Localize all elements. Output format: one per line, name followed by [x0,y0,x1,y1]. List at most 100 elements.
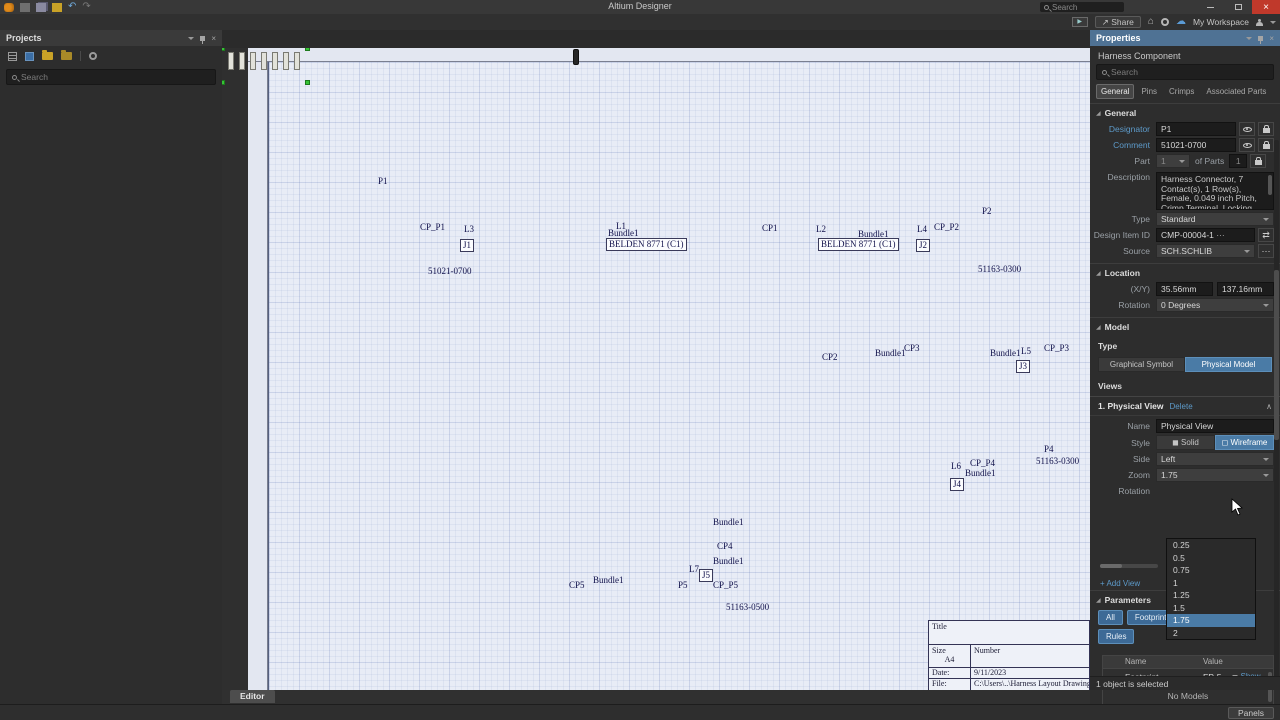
canvas-text-label: Bundle1 [875,348,906,358]
description-field[interactable]: Harness Connector, 7 Contact(s), 1 Row(s… [1156,172,1274,210]
graphical-symbol-button[interactable]: Graphical Symbol [1098,357,1185,372]
model-type-label: Type [1098,341,1117,351]
zoom-option-2[interactable]: 2 [1167,627,1255,640]
side-select[interactable]: Left [1156,452,1274,466]
contact-slot [228,52,234,70]
maximize-button[interactable] [1224,0,1252,14]
comment-label[interactable]: Comment [1090,140,1156,150]
global-search-input[interactable]: Search [1040,2,1124,12]
lock-button[interactable] [1258,138,1274,152]
swap-button[interactable]: ⇄ [1258,228,1274,242]
comment-field[interactable]: 51021-0700 [1156,138,1236,152]
panels-button[interactable]: Panels [1228,707,1274,719]
properties-search-input[interactable]: Search [1096,64,1274,80]
tab-associated-parts[interactable]: Associated Parts [1201,84,1271,99]
type-select[interactable]: Standard [1156,212,1274,226]
source-select[interactable]: SCH.SCHLIB [1156,244,1255,258]
properties-tabs: GeneralPinsCrimpsAssociated Parts [1090,82,1280,103]
panel-menu-icon[interactable] [1246,37,1252,40]
view-header[interactable]: 1. Physical View Delete ∧ [1090,396,1280,416]
zoom-option-1.25[interactable]: 1.25 [1167,589,1255,602]
user-icon[interactable] [1256,19,1263,26]
visibility-button[interactable] [1239,122,1255,136]
lock-icon [1263,144,1270,149]
selection-handle[interactable] [222,48,225,51]
views-scrollbar[interactable] [1100,564,1158,568]
selection-handle[interactable] [222,80,225,85]
collapse-icon[interactable]: ∧ [1266,402,1272,411]
y-field[interactable]: 137.16mm [1217,282,1274,296]
canvas-text-label: CP2 [822,352,838,362]
x-field[interactable]: 35.56mm [1156,282,1213,296]
part-select[interactable]: 1 [1156,154,1190,168]
designator-field[interactable]: P1 [1156,122,1236,136]
zoom-dropdown: 0.250.50.7511.251.51.752 [1166,538,1256,640]
scrollbar-thumb[interactable] [1268,175,1272,195]
viewer-icon[interactable]: ▶ [1072,17,1088,27]
canvas-text-label: Bundle1 [713,517,744,527]
gear-icon[interactable] [1161,18,1169,26]
parts-total-field[interactable]: 1 [1229,154,1247,168]
section-general[interactable]: ◢General [1090,103,1280,121]
zoom-option-0.5[interactable]: 0.5 [1167,552,1255,565]
designator-box-label: J2 [916,239,930,252]
save-project-icon[interactable] [25,52,34,61]
browse-button[interactable]: ⋯ [1258,244,1274,258]
filter-all-button[interactable]: All [1098,610,1123,625]
projects-search-input[interactable]: Search [6,69,216,85]
lock-button[interactable] [1258,122,1274,136]
designator-box-label: J5 [699,569,713,582]
pin-icon[interactable] [1258,36,1263,41]
section-location[interactable]: ◢Location [1090,263,1280,281]
title-block-title: Title [929,621,1089,645]
lock-button[interactable] [1250,154,1266,168]
visibility-button[interactable] [1239,138,1255,152]
physical-model-button[interactable]: Physical Model [1185,357,1272,372]
solid-button[interactable]: ◼ Solid [1156,435,1215,450]
search-icon [12,75,17,80]
close-icon[interactable]: × [211,34,216,43]
properties-scrollbar[interactable] [1274,140,1279,680]
design-item-id-field[interactable]: CMP-00004-1 ⋯ [1156,228,1255,242]
designator-label[interactable]: Designator [1090,124,1156,134]
close-button[interactable]: × [1252,0,1280,14]
zoom-option-0.25[interactable]: 0.25 [1167,539,1255,552]
selection-handle[interactable] [305,48,310,51]
zoom-option-0.75[interactable]: 0.75 [1167,564,1255,577]
section-model[interactable]: ◢Model [1090,317,1280,335]
contact-slot [294,52,300,70]
filter-rules-button[interactable]: Rules [1098,629,1134,644]
view-name-field[interactable]: Physical View [1156,419,1274,433]
tab-pins[interactable]: Pins [1136,84,1162,99]
panel-menu-icon[interactable] [188,37,194,40]
open-folder-icon[interactable] [42,52,53,60]
connector-symbol-p1[interactable] [222,48,224,50]
tab-general[interactable]: General [1096,84,1134,99]
rotation-select[interactable]: 0 Degrees [1156,298,1274,312]
share-button[interactable]: ↗ Share [1095,16,1141,28]
add-view-link[interactable]: + Add View [1100,579,1140,588]
close-icon[interactable]: × [1269,34,1274,43]
zoom-option-1[interactable]: 1 [1167,577,1255,590]
status-bar: Panels [0,704,1280,720]
add-folder-icon[interactable] [61,52,72,60]
drawing-canvas[interactable]: P1CP_P1L3J1L1Bundle1BELDEN 8771 (C1)CP1L… [222,48,1090,690]
tab-crimps[interactable]: Crimps [1164,84,1199,99]
pin-icon[interactable] [200,36,205,41]
wireframe-button[interactable]: ◻ Wireframe [1215,435,1274,450]
selection-handle[interactable] [305,80,310,85]
settings-icon[interactable] [89,52,97,60]
zoom-option-1.5[interactable]: 1.5 [1167,602,1255,615]
list-view-icon[interactable] [8,52,17,61]
minimize-button[interactable] [1196,0,1224,14]
delete-view-link[interactable]: Delete [1170,402,1193,411]
zoom-select[interactable]: 1.75 [1156,468,1274,482]
editor-tab[interactable]: Editor [230,690,275,703]
home-icon[interactable]: ⌂ [1148,17,1154,27]
canvas-text-label: 51163-0300 [978,264,1021,274]
title-block: Title Size A4 Number Date: 9/11/2023 Fil… [928,620,1090,690]
design-item-id-label: Design Item ID [1090,230,1156,240]
my-workspace-label[interactable]: My Workspace [1193,17,1249,27]
canvas-text-label: P5 [678,580,688,590]
zoom-option-1.75[interactable]: 1.75 [1167,614,1255,627]
